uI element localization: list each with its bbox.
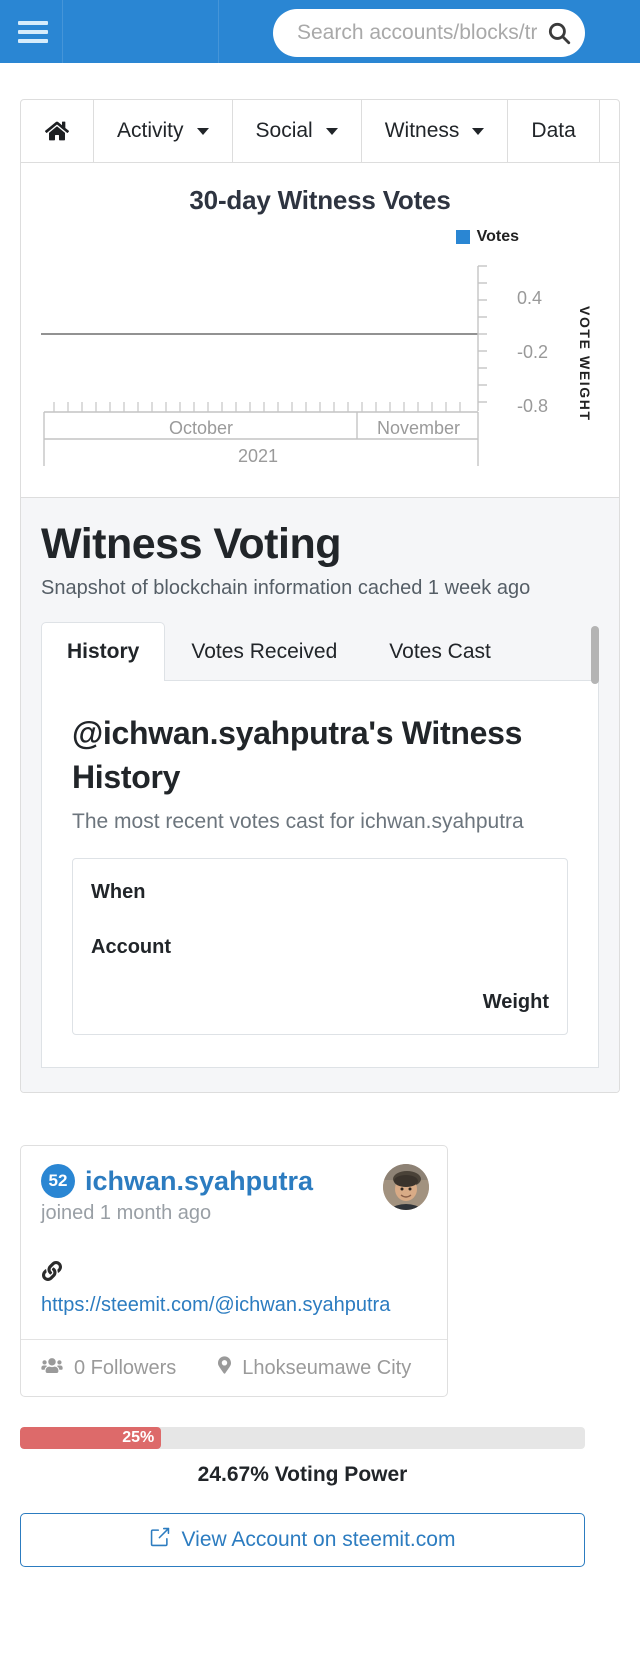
witness-voting-tabs: History Votes Received Votes Cast xyxy=(41,622,599,681)
home-icon xyxy=(45,120,69,142)
x-group-november: November xyxy=(377,418,461,438)
nav-tab-data-label: Data xyxy=(531,119,576,142)
profile-joined: joined 1 month ago xyxy=(41,1202,212,1225)
y-tick-label: -0.8 xyxy=(517,396,549,416)
table-header-weight: Weight xyxy=(482,991,549,1014)
reputation-badge: 52 xyxy=(41,1164,75,1199)
hamburger-icon[interactable] xyxy=(18,20,48,43)
witness-history-title: @ichwan.syahputra's Witness History xyxy=(72,715,523,796)
profile-card-body: 52 ichwan.syahputra joined 1 month ago h… xyxy=(21,1146,447,1339)
table-header-when: When xyxy=(91,881,146,904)
page-content: Activity Social Witness Data 30-day Witn… xyxy=(0,99,640,1568)
tabs-scrollbar[interactable] xyxy=(591,626,599,684)
witness-voting-heading: Witness Voting xyxy=(41,520,341,568)
witness-history-description: The most recent votes cast for ichwan.sy… xyxy=(72,810,524,834)
chevron-down-icon xyxy=(325,127,338,135)
x-group-october: October xyxy=(169,418,234,438)
nav-tab-activity[interactable]: Activity xyxy=(94,100,233,162)
chevron-down-icon xyxy=(472,127,485,135)
nav-tab-activity-label: Activity xyxy=(117,119,184,142)
navbar-divider-2 xyxy=(218,0,219,63)
witness-votes-table: When Account Weight xyxy=(72,858,568,1036)
y-tick-label: 0.4 xyxy=(517,288,543,308)
nav-tab-data[interactable]: Data xyxy=(508,100,600,162)
profile-card: 52 ichwan.syahputra joined 1 month ago h… xyxy=(20,1145,448,1398)
witness-voting-tabs-wrapper: History Votes Received Votes Cast xyxy=(41,622,599,684)
followers-stat: 0 Followers xyxy=(41,1357,176,1380)
search-icon[interactable] xyxy=(539,20,579,46)
nav-tab-witness-label: Witness xyxy=(384,119,460,142)
search-input[interactable] xyxy=(295,20,539,46)
nav-tab-social[interactable]: Social xyxy=(233,100,362,162)
top-navbar xyxy=(0,0,640,63)
witness-votes-chart: 30-day Witness Votes Votes 0.4 -0.2 -0.8… xyxy=(21,163,619,497)
location-text: Lhokseumawe City xyxy=(242,1356,412,1379)
profile-name-row: 52 ichwan.syahputra xyxy=(41,1164,427,1199)
x-group-year: 2021 xyxy=(238,446,279,466)
y-tick-label: -0.2 xyxy=(517,342,549,362)
witness-voting-section: Witness Voting Snapshot of blockchain in… xyxy=(21,497,619,1093)
legend-swatch-votes xyxy=(455,230,470,244)
voting-power-section: 25% 24.67% Voting Power xyxy=(20,1427,620,1487)
chart-y-axis-label: VOTE WEIGHT xyxy=(577,306,593,422)
tab-votes-received[interactable]: Votes Received xyxy=(165,622,363,681)
chart-title: 30-day Witness Votes xyxy=(189,185,451,215)
nav-tab-social-label: Social xyxy=(255,119,313,142)
voting-power-caption: 24.67% Voting Power xyxy=(197,1463,408,1487)
location-stat: Lhokseumawe City xyxy=(218,1356,411,1380)
tab-votes-cast[interactable]: Votes Cast xyxy=(363,622,517,681)
table-header-account: Account xyxy=(91,936,171,959)
hamburger-bar xyxy=(18,38,48,43)
navbar-divider-1 xyxy=(62,0,63,63)
search-bar[interactable] xyxy=(273,9,585,57)
hamburger-bar xyxy=(18,20,48,25)
profile-website-link[interactable]: https://steemit.com/@ichwan.syahputra xyxy=(41,1294,427,1317)
avatar xyxy=(383,1164,429,1211)
avatar-photo xyxy=(383,1164,429,1211)
nav-tab-home[interactable] xyxy=(21,100,94,162)
followers-count: 0 Followers xyxy=(74,1356,177,1379)
hamburger-bar xyxy=(18,29,48,34)
voting-power-bar: 25% xyxy=(20,1427,162,1450)
chart-legend: Votes xyxy=(21,228,619,246)
chevron-down-icon xyxy=(196,127,209,135)
view-account-button-label: View Account on steemit.com xyxy=(181,1528,456,1552)
section-nav-tabs: Activity Social Witness Data xyxy=(21,100,619,163)
profile-card-footer: 0 Followers Lhokseumawe City xyxy=(21,1339,447,1396)
witness-history-pane: @ichwan.syahputra's Witness History The … xyxy=(41,681,599,1069)
profile-username[interactable]: ichwan.syahputra xyxy=(85,1166,313,1197)
main-panel: Activity Social Witness Data 30-day Witn… xyxy=(20,99,620,1094)
voting-power-progress: 25% xyxy=(20,1427,585,1450)
legend-label-votes: Votes xyxy=(476,228,519,245)
external-link-icon xyxy=(150,1527,170,1553)
chart-plot-area: 0.4 -0.2 -0.8 VOTE WEIGHT October Novemb… xyxy=(41,256,601,476)
nav-tab-witness[interactable]: Witness xyxy=(362,100,509,162)
map-pin-icon xyxy=(218,1356,232,1380)
link-icon xyxy=(41,1261,427,1286)
users-icon xyxy=(41,1357,63,1380)
witness-voting-subheading: Snapshot of blockchain information cache… xyxy=(41,577,531,599)
tab-history[interactable]: History xyxy=(41,622,166,681)
view-account-button[interactable]: View Account on steemit.com xyxy=(20,1513,585,1568)
